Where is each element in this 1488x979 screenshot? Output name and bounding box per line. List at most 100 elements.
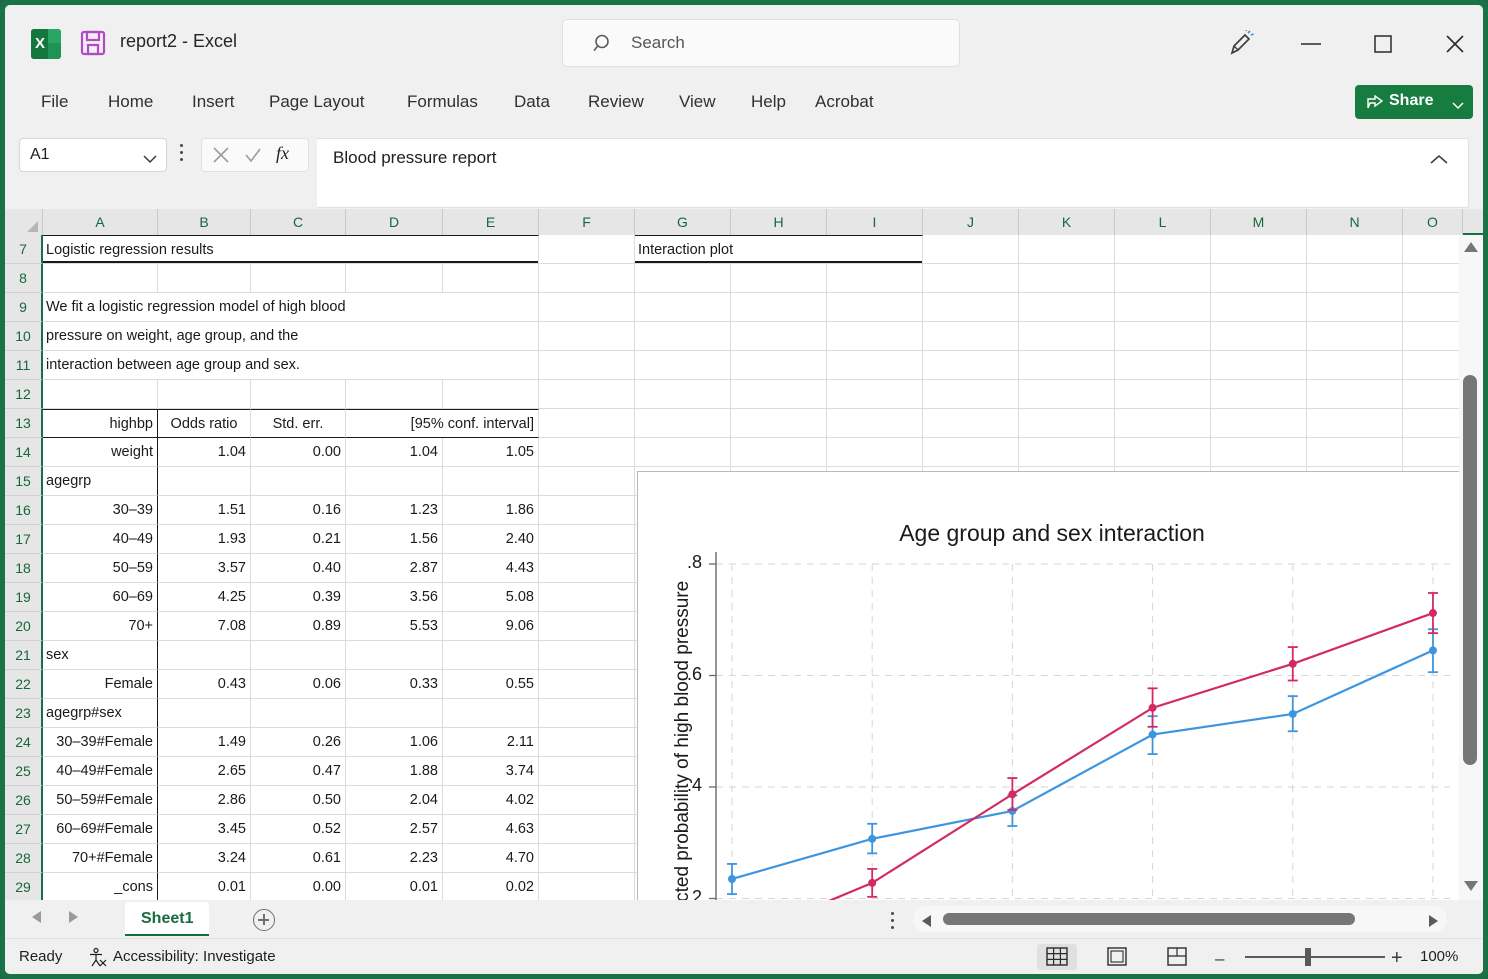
cell-B23[interactable]: [158, 699, 251, 728]
cell-C21[interactable]: [251, 641, 346, 670]
cell-E21[interactable]: [443, 641, 539, 670]
cell-F17[interactable]: [539, 525, 635, 554]
cell-E23[interactable]: [443, 699, 539, 728]
cell-F24[interactable]: [539, 728, 635, 757]
column-header-h[interactable]: H: [731, 209, 827, 235]
cell-D17[interactable]: 1.56: [346, 525, 443, 554]
cell-N11[interactable]: [1307, 351, 1403, 380]
cell-I9[interactable]: [827, 293, 923, 322]
zoom-in-button[interactable]: +: [1391, 947, 1403, 970]
column-header-i[interactable]: I: [827, 209, 923, 235]
cell-E28[interactable]: 4.70: [443, 844, 539, 873]
row-header-17[interactable]: 17: [5, 525, 43, 554]
cell-N14[interactable]: [1307, 438, 1403, 467]
cell-A25[interactable]: 40–49#Female: [43, 757, 158, 786]
cell-O11[interactable]: [1403, 351, 1463, 380]
close-button[interactable]: [1435, 25, 1475, 63]
cell-A19[interactable]: 60–69: [43, 583, 158, 612]
cell-B16[interactable]: 1.51: [158, 496, 251, 525]
previous-sheet-icon[interactable]: [31, 910, 43, 929]
cell-G12[interactable]: [635, 380, 731, 409]
cell-N12[interactable]: [1307, 380, 1403, 409]
cancel-formula-icon[interactable]: [212, 146, 230, 169]
cell-E10[interactable]: [443, 322, 539, 351]
maximize-button[interactable]: [1363, 25, 1403, 63]
cell-M13[interactable]: [1211, 409, 1307, 438]
expand-formula-bar-icon[interactable]: [1430, 153, 1448, 171]
cell-O14[interactable]: [1403, 438, 1463, 467]
cell-I14[interactable]: [827, 438, 923, 467]
cell-A12[interactable]: [43, 380, 158, 409]
row-header-15[interactable]: 15: [5, 467, 43, 496]
cell-K9[interactable]: [1019, 293, 1115, 322]
page-break-preview-button[interactable]: [1157, 944, 1197, 970]
cell-B20[interactable]: 7.08: [158, 612, 251, 641]
cell-A24[interactable]: 30–39#Female: [43, 728, 158, 757]
cell-K14[interactable]: [1019, 438, 1115, 467]
cell-E22[interactable]: 0.55: [443, 670, 539, 699]
column-header-k[interactable]: K: [1019, 209, 1115, 235]
tab-review[interactable]: Review: [582, 89, 650, 119]
cell-M12[interactable]: [1211, 380, 1307, 409]
column-header-d[interactable]: D: [346, 209, 443, 235]
cell-E20[interactable]: 9.06: [443, 612, 539, 641]
tab-page-layout[interactable]: Page Layout: [263, 89, 370, 119]
cell-C19[interactable]: 0.39: [251, 583, 346, 612]
tab-home[interactable]: Home: [102, 89, 159, 119]
save-icon[interactable]: [79, 29, 107, 57]
cell-B22[interactable]: 0.43: [158, 670, 251, 699]
row-header-16[interactable]: 16: [5, 496, 43, 525]
cell-F22[interactable]: [539, 670, 635, 699]
cell-M10[interactable]: [1211, 322, 1307, 351]
cell-J12[interactable]: [923, 380, 1019, 409]
cell-N7[interactable]: [1307, 235, 1403, 264]
cell-F26[interactable]: [539, 786, 635, 815]
cell-F8[interactable]: [539, 264, 635, 293]
cell-O13[interactable]: [1403, 409, 1463, 438]
column-header-a[interactable]: A: [43, 209, 158, 235]
cell-A8[interactable]: [43, 264, 158, 293]
row-header-14[interactable]: 14: [5, 438, 43, 467]
cell-D14[interactable]: 1.04: [346, 438, 443, 467]
cell-D21[interactable]: [346, 641, 443, 670]
row-header-13[interactable]: 13: [5, 409, 43, 438]
cell-A11[interactable]: interaction between age group and sex.: [43, 351, 443, 380]
cell-M9[interactable]: [1211, 293, 1307, 322]
row-header-8[interactable]: 8: [5, 264, 43, 293]
cell-J14[interactable]: [923, 438, 1019, 467]
cell-K7[interactable]: [1019, 235, 1115, 264]
cell-M7[interactable]: [1211, 235, 1307, 264]
cell-E12[interactable]: [443, 380, 539, 409]
next-sheet-icon[interactable]: [67, 910, 79, 929]
cell-C14[interactable]: 0.00: [251, 438, 346, 467]
column-header-m[interactable]: M: [1211, 209, 1307, 235]
cell-C8[interactable]: [251, 264, 346, 293]
cell-B8[interactable]: [158, 264, 251, 293]
cell-E29[interactable]: 0.02: [443, 873, 539, 900]
cell-E14[interactable]: 1.05: [443, 438, 539, 467]
scroll-left-icon[interactable]: [921, 914, 932, 932]
cell-F23[interactable]: [539, 699, 635, 728]
row-header-12[interactable]: 12: [5, 380, 43, 409]
accessibility-status[interactable]: Accessibility: Investigate: [113, 948, 276, 965]
cell-J7[interactable]: [923, 235, 1019, 264]
sheet-options-icon[interactable]: [891, 912, 894, 933]
formula-bar-menu-icon[interactable]: [180, 144, 183, 165]
cell-E18[interactable]: 4.43: [443, 554, 539, 583]
spreadsheet-grid[interactable]: A B C D E F G H I J K L M N O 7 Logistic …: [5, 209, 1483, 900]
interaction-chart[interactable]: Age group and sex interaction Expected p…: [637, 471, 1467, 900]
chevron-down-icon[interactable]: [1452, 97, 1464, 115]
cell-E27[interactable]: 4.63: [443, 815, 539, 844]
row-header-9[interactable]: 9: [5, 293, 43, 322]
cell-L13[interactable]: [1115, 409, 1211, 438]
cell-A9[interactable]: We fit a logistic regression model of hi…: [43, 293, 443, 322]
cell-B25[interactable]: 2.65: [158, 757, 251, 786]
cell-D27[interactable]: 2.57: [346, 815, 443, 844]
cell-E15[interactable]: [443, 467, 539, 496]
cell-C29[interactable]: 0.00: [251, 873, 346, 900]
cell-E11[interactable]: [443, 351, 539, 380]
sheet-tab-sheet1[interactable]: Sheet1: [125, 902, 210, 936]
cell-A20[interactable]: 70+: [43, 612, 158, 641]
cell-C16[interactable]: 0.16: [251, 496, 346, 525]
cell-N13[interactable]: [1307, 409, 1403, 438]
